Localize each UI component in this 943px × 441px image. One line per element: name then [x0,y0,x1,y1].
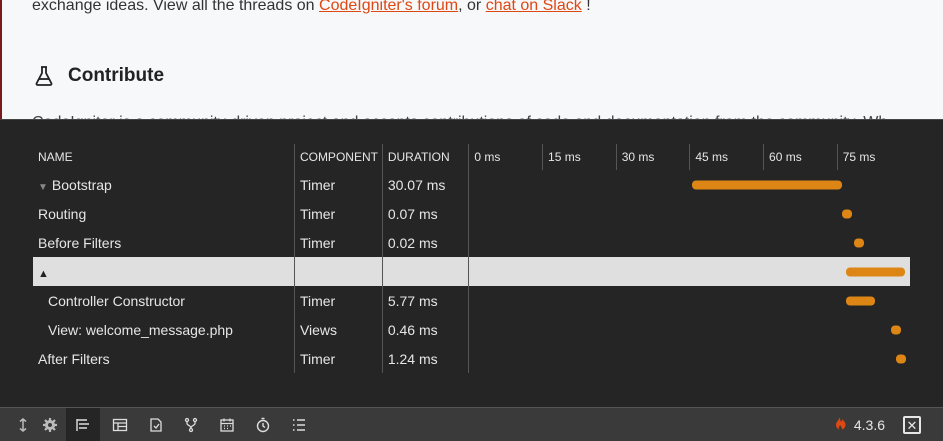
history-icon[interactable] [246,408,280,441]
flask-icon [35,66,53,86]
timeline-icon[interactable] [66,408,100,441]
forum-link[interactable]: CodeIgniter's forum [319,0,458,14]
timeline-row-before-filters: Before Filters Timer 0.02 ms [33,228,910,257]
row-component: Timer [293,344,383,373]
tick-label: 15 ms [542,144,617,170]
intro-prefix: exchange ideas. View all the threads on [32,0,320,14]
intro-suffix: ! [581,0,591,14]
timing-bar [845,296,875,305]
header-duration: DURATION [381,144,469,170]
row-bar-track [468,286,910,315]
row-bar-track [468,315,910,344]
version-badge[interactable]: 4.3.6 [832,408,885,441]
timeline-row-controller-group[interactable]: ▲ [33,257,910,286]
contribute-heading: Contribute [32,64,164,88]
close-icon[interactable]: ✕ [903,416,921,434]
header-component: COMPONENT [293,144,383,170]
logs-icon[interactable] [282,408,316,441]
collapse-toggle-icon[interactable]: ▼ [38,182,48,193]
debug-toolbar: 4.3.6 ✕ [0,407,943,441]
settings-icon[interactable] [33,408,67,441]
row-duration: 30.07 ms [381,170,469,199]
row-name: Routing [38,205,87,222]
row-duration: 0.02 ms [381,228,469,257]
section-title: Contribute [68,65,165,86]
version-text: 4.3.6 [853,417,885,433]
row-bar-track [468,170,910,199]
codeigniter-flame-icon [835,417,846,430]
timeline-table: NAME COMPONENT DURATION 0 ms 15 ms 30 ms… [33,144,910,373]
row-name: Controller Constructor [48,292,185,309]
events-icon[interactable] [210,408,244,441]
header-name: NAME [38,150,73,164]
row-duration [381,257,469,286]
tick-label: 0 ms [468,144,543,170]
tick-label: 60 ms [763,144,838,170]
timing-bar [691,180,843,189]
timeline-row-after-filters: After Filters Timer 1.24 ms [33,344,910,373]
intro-paragraph: exchange ideas. View all the threads on … [32,0,591,15]
timeline-row-controller-constructor: Controller Constructor Timer 5.77 ms [33,286,910,315]
timing-bar [845,267,906,276]
row-component: Timer [293,228,383,257]
row-component: Timer [293,199,383,228]
timeline-header-row: NAME COMPONENT DURATION 0 ms 15 ms 30 ms… [33,144,910,170]
row-component [293,257,383,286]
row-duration: 0.07 ms [381,199,469,228]
routes-icon[interactable] [174,408,208,441]
tick-label: 30 ms [615,144,690,170]
timing-bar [896,354,907,363]
intro-mid: , or [458,0,486,14]
slack-link[interactable]: chat on Slack [486,0,582,14]
row-bar-track [468,228,910,257]
row-duration: 1.24 ms [381,344,469,373]
row-duration: 0.46 ms [381,315,469,344]
row-name: View: welcome_message.php [48,321,233,338]
row-component: Timer [293,286,383,315]
timeline-row-bootstrap[interactable]: ▼ Bootstrap Timer 30.07 ms [33,170,910,199]
row-name: Before Filters [38,234,122,251]
timeline-row-view: View: welcome_message.php Views 0.46 ms [33,315,910,344]
debug-timeline-panel: NAME COMPONENT DURATION 0 ms 15 ms 30 ms… [0,119,943,407]
row-component: Views [293,315,383,344]
row-name: Bootstrap [51,176,112,193]
row-component: Timer [293,170,383,199]
row-duration: 5.77 ms [381,286,469,315]
tick-label: 45 ms [689,144,764,170]
row-bar-track [468,344,910,373]
files-icon[interactable] [139,408,173,441]
expand-toggle-icon[interactable]: ▲ [38,268,49,280]
timing-bar [890,325,901,334]
row-bar-track [468,199,910,228]
tick-label: 75 ms [836,144,910,170]
row-name: After Filters [38,350,110,367]
timeline-row-routing: Routing Timer 0.07 ms [33,199,910,228]
timing-bar [853,238,864,247]
row-bar-track [468,257,910,286]
database-icon[interactable] [103,408,137,441]
timing-bar [842,209,853,218]
